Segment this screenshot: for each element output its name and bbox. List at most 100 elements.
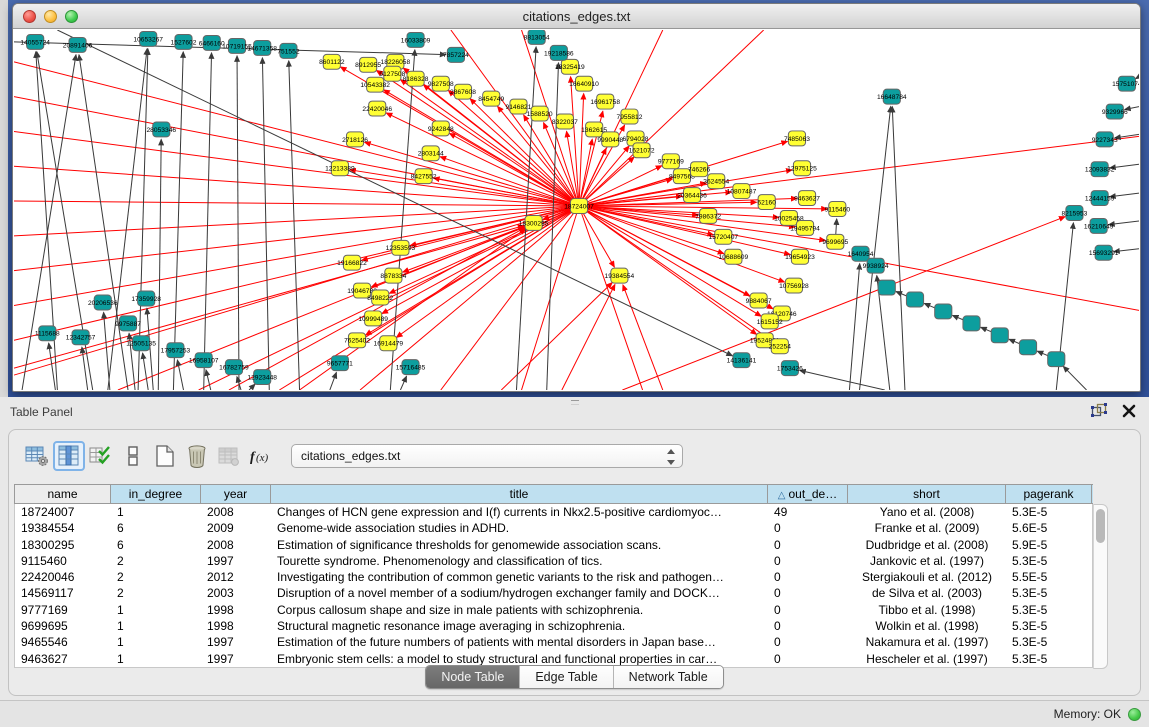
table-cell[interactable]: 5.5E-5 xyxy=(1006,569,1092,585)
table-cell[interactable]: Nakamura et al. (1997) xyxy=(848,634,1006,650)
network-node[interactable]: 1115688 xyxy=(35,326,60,341)
table-cell[interactable]: 18300295 xyxy=(15,537,111,553)
network-node[interactable]: 16640910 xyxy=(569,76,599,91)
network-node[interactable]: 16782759 xyxy=(219,360,249,375)
table-select-dropdown[interactable]: citations_edges.txt xyxy=(291,444,683,468)
network-node[interactable]: 19384554 xyxy=(605,268,635,283)
table-row[interactable]: 1872400712008Changes of HCN gene express… xyxy=(15,504,1092,520)
column-header-short[interactable]: short xyxy=(848,485,1006,503)
network-node[interactable]: 7485063 xyxy=(784,131,810,146)
table-cell[interactable]: de Silva et al. (2003) xyxy=(848,585,1006,601)
table-row[interactable]: 969969511998Structural magnetic resonanc… xyxy=(15,618,1092,634)
network-node[interactable]: 16961758 xyxy=(590,94,620,109)
table-cell[interactable]: 5.6E-5 xyxy=(1006,520,1092,536)
table-cell[interactable]: 1 xyxy=(111,504,201,520)
import-table-icon[interactable] xyxy=(213,441,245,471)
table-row[interactable]: 1830029562008Estimation of significance … xyxy=(15,537,1092,553)
network-node[interactable]: 12342757 xyxy=(66,330,96,345)
table-row[interactable]: 977716911998Corpus callosum shape and si… xyxy=(15,602,1092,618)
table-cell[interactable]: Yano et al. (2008) xyxy=(848,504,1006,520)
network-node[interactable]: 8215953 xyxy=(1061,206,1087,221)
network-node[interactable] xyxy=(963,316,980,331)
tab-edge-table[interactable]: Edge Table xyxy=(519,666,612,688)
network-node[interactable]: 16033809 xyxy=(401,32,431,47)
table-cell[interactable]: Wolkin et al. (1998) xyxy=(848,618,1006,634)
network-node[interactable]: 10688609 xyxy=(719,249,749,264)
table-cell[interactable]: 19384554 xyxy=(15,520,111,536)
table-cell[interactable]: 5.3E-5 xyxy=(1006,553,1092,569)
table-cell[interactable]: 6 xyxy=(111,537,201,553)
network-node[interactable]: 10653267 xyxy=(133,31,163,46)
table-cell[interactable]: 0 xyxy=(768,585,848,601)
network-node[interactable] xyxy=(906,292,923,307)
table-row[interactable]: 911546021997Tourette syndrome. Phenomeno… xyxy=(15,553,1092,569)
table-cell[interactable]: Estimation of the future numbers of pati… xyxy=(271,634,768,650)
network-node[interactable]: 16914479 xyxy=(374,336,404,351)
network-node[interactable]: 15751074 xyxy=(1112,76,1139,91)
network-node[interactable] xyxy=(878,280,895,295)
table-cell[interactable]: 0 xyxy=(768,618,848,634)
table-vertical-scrollbar[interactable] xyxy=(1093,504,1108,669)
table-cell[interactable]: Tibbo et al. (1998) xyxy=(848,602,1006,618)
network-node[interactable]: 12975125 xyxy=(787,161,817,176)
table-settings-icon[interactable] xyxy=(21,441,53,471)
network-node[interactable]: 1753426 xyxy=(777,361,803,376)
delete-table-icon[interactable] xyxy=(181,441,213,471)
network-node[interactable]: 9699695 xyxy=(822,234,848,249)
new-table-icon[interactable] xyxy=(149,441,181,471)
column-header-title[interactable]: title xyxy=(271,485,768,503)
network-node[interactable] xyxy=(1048,352,1065,367)
table-cell[interactable]: 1998 xyxy=(201,602,271,618)
table-cell[interactable]: Corpus callosum shape and size in male p… xyxy=(271,602,768,618)
table-cell[interactable]: 2 xyxy=(111,553,201,569)
network-node[interactable]: 7986372 xyxy=(695,209,721,224)
table-cell[interactable]: 9465546 xyxy=(15,634,111,650)
network-node[interactable]: 8878334 xyxy=(380,268,406,283)
zoom-button[interactable] xyxy=(65,10,78,23)
table-cell[interactable]: Estimation of significance thresholds fo… xyxy=(271,537,768,553)
network-node[interactable]: 20206536 xyxy=(88,295,118,310)
table-cell[interactable]: 5.9E-5 xyxy=(1006,537,1092,553)
network-canvas[interactable]: 1872400718300295860112289129551822605891… xyxy=(14,30,1139,390)
network-node[interactable]: 8813054 xyxy=(524,30,550,44)
network-node[interactable]: 9777169 xyxy=(658,154,684,169)
network-node[interactable]: 12923448 xyxy=(247,370,277,385)
scrollbar-thumb[interactable] xyxy=(1096,509,1105,543)
network-window-titlebar[interactable]: citations_edges.txt xyxy=(13,4,1140,29)
tab-node-table[interactable]: Node Table xyxy=(426,666,519,688)
network-node[interactable]: 2718126 xyxy=(342,132,368,147)
function-builder-icon[interactable]: f(x) xyxy=(245,441,277,471)
network-node[interactable]: 16958107 xyxy=(189,353,219,368)
network-node[interactable]: 16648784 xyxy=(877,89,907,104)
table-cell[interactable]: 0 xyxy=(768,537,848,553)
network-node[interactable]: 62160 xyxy=(757,195,776,210)
network-node[interactable]: 2867608 xyxy=(450,84,476,99)
table-cell[interactable]: Structural magnetic resonance image aver… xyxy=(271,618,768,634)
table-cell[interactable]: 0 xyxy=(768,569,848,585)
network-node[interactable]: 12093832 xyxy=(1085,162,1115,177)
table-cell[interactable]: Tourette syndrome. Phenomenology and cla… xyxy=(271,553,768,569)
network-node[interactable]: 18325419 xyxy=(555,59,585,74)
network-node[interactable] xyxy=(991,328,1008,343)
table-cell[interactable]: 9115460 xyxy=(15,553,111,569)
network-node[interactable]: 19654923 xyxy=(785,249,815,264)
network-node[interactable] xyxy=(935,304,952,319)
network-node[interactable]: 8427552 xyxy=(411,169,437,184)
table-cell[interactable]: 0 xyxy=(768,553,848,569)
network-window[interactable]: citations_edges.txt 18724007183002958601… xyxy=(12,3,1141,392)
row-height-icon[interactable] xyxy=(117,441,149,471)
float-panel-icon[interactable] xyxy=(1091,403,1107,419)
tab-network-table[interactable]: Network Table xyxy=(613,666,723,688)
network-node[interactable]: 17957253 xyxy=(161,343,191,358)
network-node[interactable]: 746266 xyxy=(688,162,711,177)
minimize-button[interactable] xyxy=(44,10,57,23)
table-cell[interactable]: 49 xyxy=(768,504,848,520)
network-node[interactable]: 28053346 xyxy=(146,122,176,137)
table-cell[interactable]: 22420046 xyxy=(15,569,111,585)
network-node[interactable]: 16210649 xyxy=(1084,218,1114,233)
network-node[interactable]: 8912955 xyxy=(355,57,381,72)
network-node[interactable]: 20364436 xyxy=(677,188,707,203)
table-cell[interactable]: 6 xyxy=(111,520,201,536)
table-cell[interactable]: 5.3E-5 xyxy=(1006,504,1092,520)
table-cell[interactable]: Dudbridge et al. (2008) xyxy=(848,537,1006,553)
